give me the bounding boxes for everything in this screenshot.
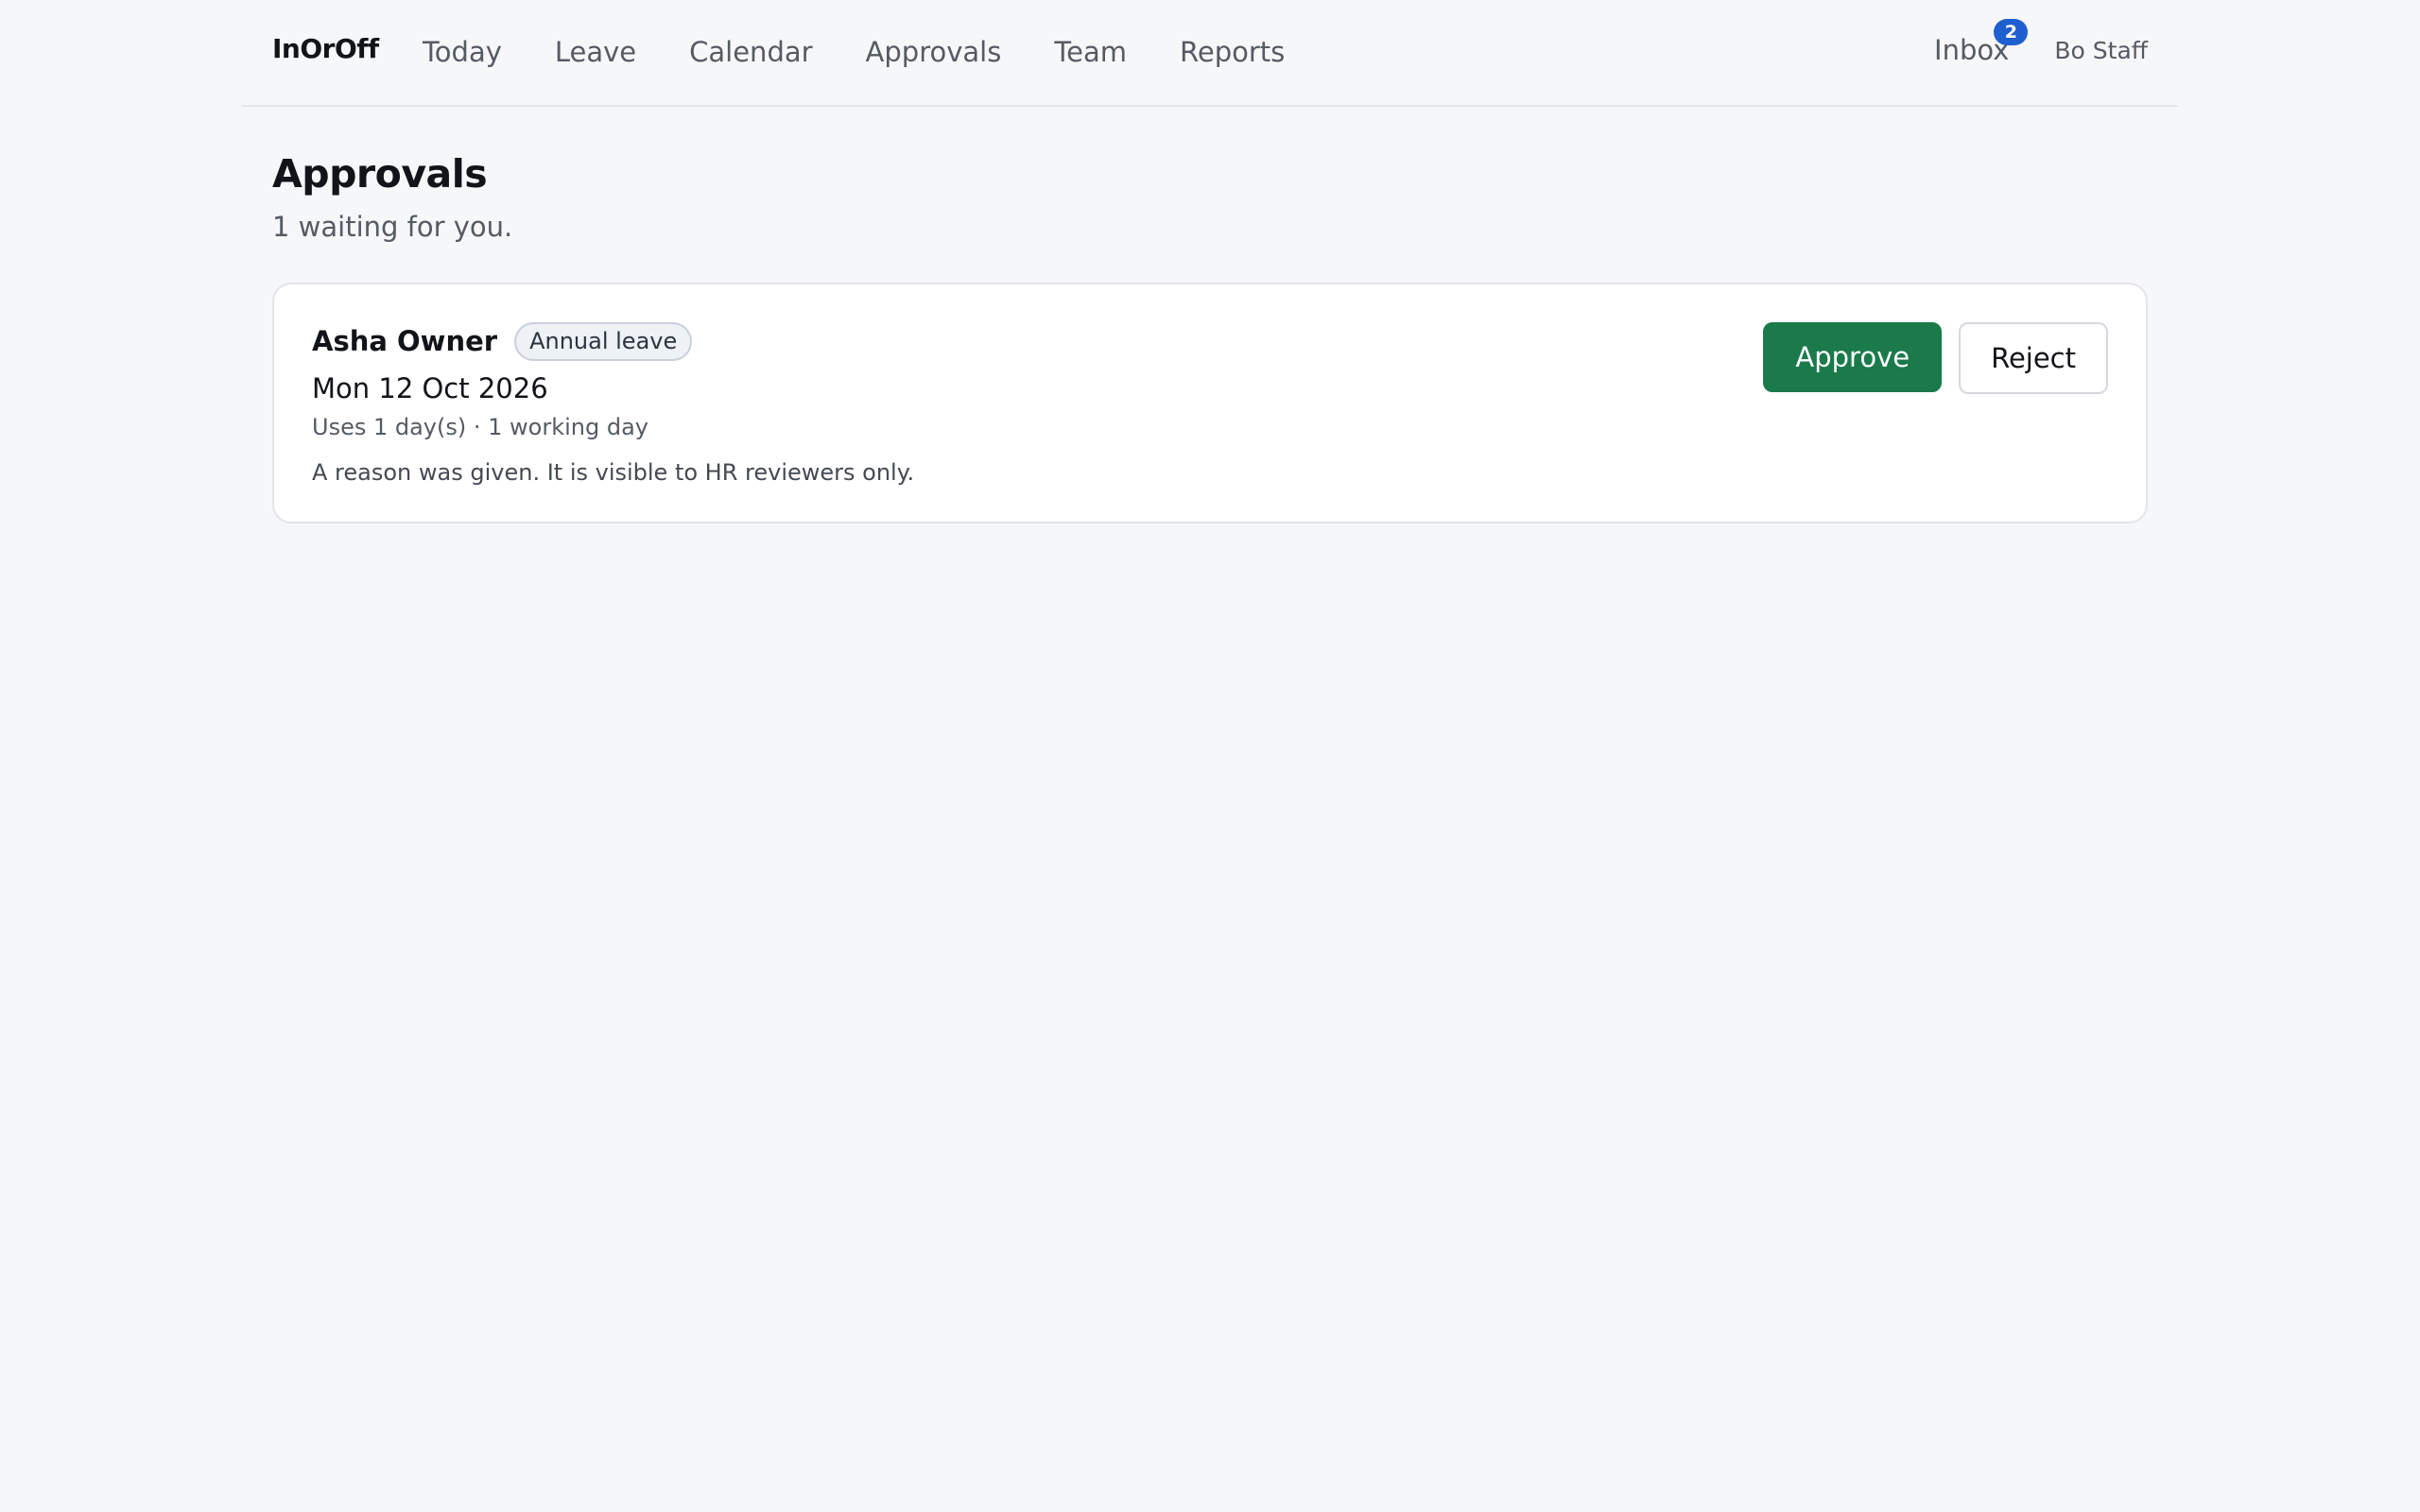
nav-item-today[interactable]: Today: [423, 36, 502, 68]
inbox-link[interactable]: Inbox 2: [1934, 19, 2029, 66]
main-nav: Today Leave Calendar Approvals Team Repo…: [423, 36, 1338, 68]
top-navigation-bar: InOrOff Today Leave Calendar Approvals T…: [242, 0, 2178, 107]
nav-item-leave[interactable]: Leave: [555, 36, 636, 68]
app-page: InOrOff Today Leave Calendar Approvals T…: [0, 0, 2420, 1512]
request-usage: Uses 1 day(s) · 1 working day: [312, 413, 648, 440]
brand-logo-text[interactable]: InOrOff: [272, 33, 379, 64]
nav-item-calendar[interactable]: Calendar: [689, 36, 812, 68]
leave-type-badge: Annual leave: [514, 322, 693, 361]
nav-item-reports[interactable]: Reports: [1180, 36, 1285, 68]
approval-request-card: Asha Owner Annual leave Mon 12 Oct 2026 …: [272, 283, 2148, 524]
main-content: Approvals 1 waiting for you. Asha Owner …: [242, 151, 2178, 524]
nav-item-team[interactable]: Team: [1054, 36, 1127, 68]
user-menu[interactable]: Bo Staff: [2054, 37, 2148, 64]
content-wrapper: InOrOff Today Leave Calendar Approvals T…: [242, 0, 2178, 524]
page-subtitle: 1 waiting for you.: [272, 211, 513, 244]
inbox-count-badge: 2: [1994, 19, 2029, 45]
nav-item-approvals[interactable]: Approvals: [866, 36, 1002, 68]
approve-button[interactable]: Approve: [1763, 322, 1943, 393]
request-reason-note: A reason was given. It is visible to HR …: [312, 458, 915, 486]
header-right-area: Inbox 2 Bo Staff: [1934, 19, 2148, 66]
reject-button[interactable]: Reject: [1959, 322, 2108, 395]
employee-name: Asha Owner: [312, 325, 498, 358]
request-actions: Approve Reject: [1763, 322, 2108, 395]
page-title: Approvals: [272, 151, 488, 197]
